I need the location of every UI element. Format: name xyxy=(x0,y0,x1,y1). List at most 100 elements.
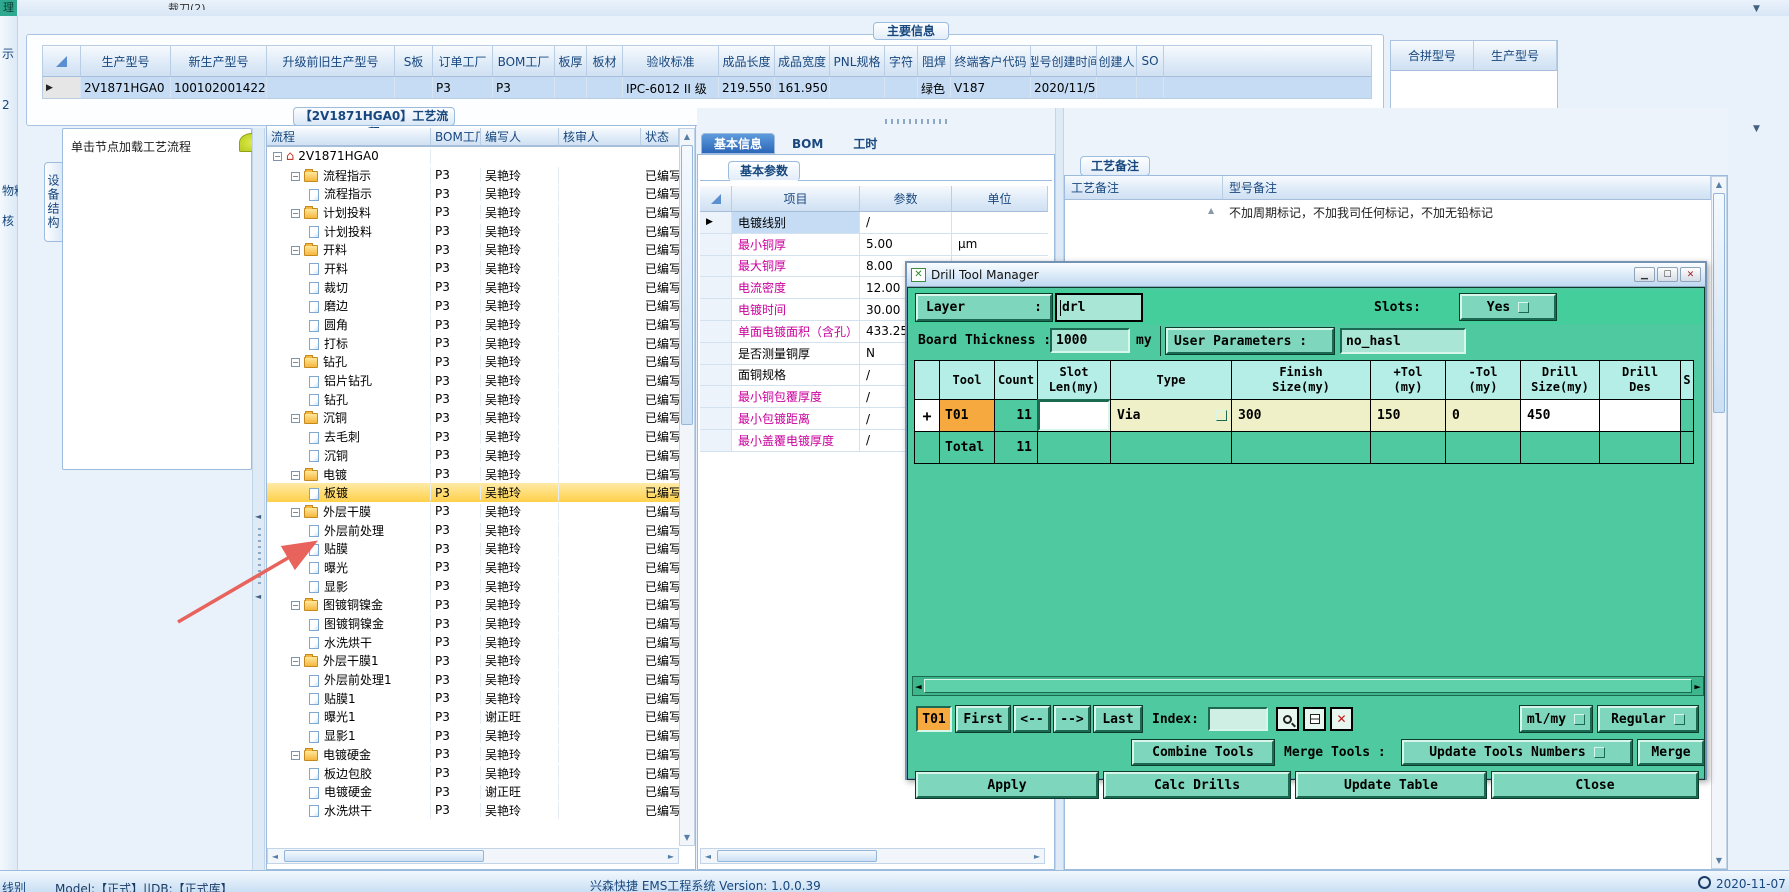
tree-node-label[interactable]: 板镀 xyxy=(324,486,348,500)
finish-size-input[interactable]: 300 xyxy=(1231,399,1371,432)
left-splitter[interactable]: ◄ ◄ xyxy=(252,128,265,870)
param-col-项目[interactable]: 项目 xyxy=(732,186,860,212)
col-新生产型号[interactable]: 新生产型号 xyxy=(171,46,267,77)
unit-dropdown[interactable]: ml/my xyxy=(1520,706,1592,732)
remarks-vscrollbar[interactable]: ▲ ▼ xyxy=(1711,176,1727,869)
zoom-icon-button[interactable] xyxy=(1276,707,1299,731)
grid-icon-button[interactable] xyxy=(1303,707,1326,731)
tree-node-电镀[interactable]: − 电镀 P3 吴艳玲 已编写 xyxy=(267,465,679,484)
tree-node-label[interactable]: 外层前处理1 xyxy=(324,673,392,687)
param-value[interactable]: 5.00 xyxy=(860,233,952,255)
tree-node-圆角[interactable]: 圆角 P3 吴艳玲 已编写 xyxy=(267,315,679,334)
col-升级前旧生产型号[interactable]: 升级前旧生产型号 xyxy=(267,46,395,77)
param-row-电镀线别[interactable]: ▶ 电镀线别 / xyxy=(700,212,1048,234)
tree-node-电镀硬金[interactable]: 电镀硬金 P3 谢正旺 已编写 xyxy=(267,782,679,801)
tree-col-流程[interactable]: 流程 xyxy=(267,128,431,146)
next-button[interactable]: --> xyxy=(1054,706,1090,732)
panel-top-dots[interactable] xyxy=(885,119,951,124)
tree-node-label[interactable]: 裁切 xyxy=(324,281,348,295)
col-S板[interactable]: S板 xyxy=(395,46,433,77)
tree-node-label[interactable]: 显影1 xyxy=(324,729,356,743)
col-型号创建时间[interactable]: 型号创建时间 xyxy=(1031,46,1097,77)
tree-node-沉铜[interactable]: − 沉铜 P3 吴艳玲 已编写 xyxy=(267,409,679,428)
tree-node-去毛刺[interactable]: 去毛刺 P3 吴艳玲 已编写 xyxy=(267,427,679,446)
collapse-icon[interactable]: − xyxy=(291,246,300,256)
tree-node-label[interactable]: 曝光1 xyxy=(324,710,356,724)
drill-des-input[interactable] xyxy=(1599,399,1681,432)
close-dialog-button[interactable]: Close xyxy=(1492,772,1698,798)
tree-node-2V1871HGA0[interactable]: − ⌂ 2V1871HGA0 xyxy=(267,147,679,166)
col-板材[interactable]: 板材 xyxy=(587,46,623,77)
chevron-down-icon[interactable]: ▼ xyxy=(1753,4,1760,14)
subtab-basic-params[interactable]: 基本参数 xyxy=(728,161,800,181)
col-成品长度[interactable]: 成品长度 xyxy=(719,46,775,77)
collapse-icon[interactable]: − xyxy=(291,414,300,424)
tree-node-label[interactable]: 沉铜 xyxy=(324,449,348,463)
mode-dropdown[interactable]: Regular xyxy=(1598,706,1698,732)
tree-node-label[interactable]: 水洗烘干 xyxy=(324,804,372,818)
tree-node-外层干膜[interactable]: − 外层干膜 P3 吴艳玲 已编写 xyxy=(267,502,679,521)
col-成品宽度[interactable]: 成品宽度 xyxy=(775,46,830,77)
delete-icon-button[interactable]: ✕ xyxy=(1330,707,1353,731)
tree-node-曝光1[interactable]: 曝光1 P3 谢正旺 已编写 xyxy=(267,708,679,727)
col-SO[interactable]: SO xyxy=(1137,46,1164,77)
tree-node-计划投料[interactable]: − 计划投料 P3 吴艳玲 已编写 xyxy=(267,203,679,222)
col-BOM工厂[interactable]: BOM工厂 xyxy=(493,46,555,77)
minimize-button[interactable]: ▁ xyxy=(1634,267,1655,282)
tree-node-裁切[interactable]: 裁切 P3 吴艳玲 已编写 xyxy=(267,278,679,297)
last-button[interactable]: Last xyxy=(1094,706,1142,732)
tab-工时[interactable]: 工时 xyxy=(840,133,890,154)
param-col-单位[interactable]: 单位 xyxy=(952,186,1048,212)
tree-node-label[interactable]: 去毛刺 xyxy=(324,430,360,444)
collapse-icon[interactable]: − xyxy=(291,750,300,760)
table-row[interactable]: ▶2V1871HGA010010200142254 P3P3 IPC-6012 II… xyxy=(43,77,1371,98)
drill-size-input[interactable]: 450 xyxy=(1520,399,1600,432)
tree-node-板镀[interactable]: 板镀 P3 吴艳玲 已编写 xyxy=(267,483,679,503)
tree-node-label[interactable]: 2V1871HGA0 xyxy=(298,149,379,163)
tree-node-铝片钻孔[interactable]: 铝片钻孔 P3 吴艳玲 已编写 xyxy=(267,371,679,390)
dialog-titlebar[interactable]: ✕ Drill Tool Manager ▁ ☐ ✕ xyxy=(907,263,1705,287)
col-终端客户代码[interactable]: 终端客户代码 xyxy=(951,46,1031,77)
tree-node-label[interactable]: 铝片钻孔 xyxy=(324,374,372,388)
tree-node-label[interactable]: 钻孔 xyxy=(323,355,347,369)
tree-node-流程指示[interactable]: − 流程指示 P3 吴艳玲 已编写 xyxy=(267,166,679,185)
tree-node-label[interactable]: 外层干膜 xyxy=(323,505,371,519)
tree-node-电镀硬金[interactable]: − 电镀硬金 P3 吴艳玲 已编写 xyxy=(267,745,679,764)
col-创建人[interactable]: 创建人 xyxy=(1097,46,1137,77)
tree-node-label[interactable]: 电镀 xyxy=(323,468,347,482)
type-dropdown[interactable]: Via xyxy=(1110,399,1232,432)
merge-button[interactable]: Merge xyxy=(1638,740,1704,765)
combine-tools-button[interactable]: Combine Tools xyxy=(1132,740,1274,765)
param-row-最小铜厚[interactable]: 最小铜厚 5.00 μm xyxy=(700,233,1048,256)
col-selector[interactable] xyxy=(43,46,81,77)
tree-node-磨边[interactable]: 磨边 P3 吴艳玲 已编写 xyxy=(267,297,679,316)
prev-button[interactable]: <-- xyxy=(1014,706,1050,732)
tree-node-label[interactable]: 电镀硬金 xyxy=(323,748,371,762)
tree-node-label[interactable]: 圆角 xyxy=(324,318,348,332)
param-value[interactable]: / xyxy=(860,212,952,233)
tab-process-remark[interactable]: 工艺备注 xyxy=(1080,156,1150,176)
tree-node-label[interactable]: 沉铜 xyxy=(323,411,347,425)
collapse-icon[interactable]: − xyxy=(291,171,300,181)
device-structure-tab[interactable]: 设备结构 xyxy=(44,162,63,242)
tab-基本信息[interactable]: 基本信息 xyxy=(701,133,776,154)
minus-tol-input[interactable]: 0 xyxy=(1445,399,1521,432)
tree-node-贴膜1[interactable]: 贴膜1 P3 吴艳玲 已编写 xyxy=(267,689,679,708)
tree-hscrollbar[interactable]: ◄ ► xyxy=(267,848,679,864)
tree-node-打标[interactable]: 打标 P3 吴艳玲 已编写 xyxy=(267,334,679,353)
layer-input[interactable]: drl xyxy=(1055,293,1143,322)
param-col-selector[interactable] xyxy=(700,186,732,212)
tree-col-核审人[interactable]: 核审人 xyxy=(559,128,641,146)
tree-node-沉铜[interactable]: 沉铜 P3 吴艳玲 已编写 xyxy=(267,446,679,465)
slots-dropdown[interactable]: Yes xyxy=(1460,294,1556,320)
collapse-icon[interactable]: − xyxy=(273,151,282,161)
plus-tol-input[interactable]: 150 xyxy=(1370,399,1446,432)
tree-vscrollbar[interactable]: ▲ ▼ xyxy=(679,128,695,846)
col-订单工厂[interactable]: 订单工厂 xyxy=(433,46,493,77)
dialog-hscrollbar[interactable]: ◄ ► xyxy=(912,676,1704,696)
index-input[interactable] xyxy=(1208,707,1268,731)
tree-node-label[interactable]: 计划投料 xyxy=(324,225,372,239)
tree-node-计划投料[interactable]: 计划投料 P3 吴艳玲 已编写 xyxy=(267,222,679,241)
col-process-remark[interactable]: 工艺备注 xyxy=(1065,176,1223,200)
calc-drills-button[interactable]: Calc Drills xyxy=(1104,772,1290,798)
